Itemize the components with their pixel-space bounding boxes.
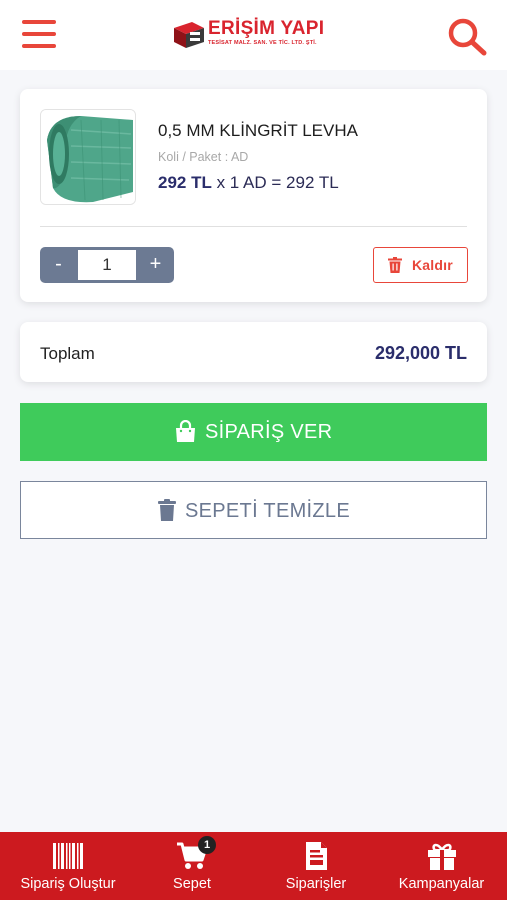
logo-title: ERİŞİM YAPI (208, 18, 325, 39)
brand-logo: ERİŞİM YAPI TESİSAT MALZ. SAN. VE TİC. L… (172, 18, 342, 52)
nav-create-order-label: Sipariş Oluştur (20, 876, 116, 892)
product-price-line: 292 TL x 1 AD = 292 TL (158, 173, 339, 193)
product-image (40, 109, 136, 205)
price-formula: x 1 AD = 292 TL (211, 173, 339, 192)
app-header: ERİŞİM YAPI TESİSAT MALZ. SAN. VE TİC. L… (0, 0, 507, 70)
nav-campaigns[interactable]: Kampanyalar (376, 832, 507, 900)
remove-item-label: Kaldır (412, 257, 453, 273)
nav-orders-label: Siparişler (285, 876, 347, 892)
quantity-increase-button[interactable]: + (137, 247, 174, 283)
bottom-navigation: Sipariş Oluştur 1 Sepet Siparişler Kampa… (0, 832, 507, 900)
clear-cart-button[interactable]: SEPETİ TEMİZLE (20, 481, 487, 539)
nav-cart[interactable]: 1 Sepet (136, 832, 248, 900)
quantity-decrease-button[interactable]: - (40, 247, 77, 283)
total-label: Toplam (40, 344, 95, 363)
product-package-info: Koli / Paket : AD (158, 150, 249, 164)
logo-mark-icon (174, 22, 204, 48)
card-divider (40, 226, 467, 227)
cart-count-badge: 1 (198, 836, 216, 854)
orders-document-icon (306, 842, 327, 870)
place-order-label: SİPARİŞ VER (205, 421, 333, 443)
nav-cart-label: Sepet (173, 876, 211, 892)
nav-orders[interactable]: Siparişler (248, 832, 384, 900)
nav-campaigns-label: Kampanyalar (398, 876, 485, 892)
trash-icon (158, 499, 176, 521)
place-order-button[interactable]: SİPARİŞ VER (20, 403, 487, 461)
unit-price: 292 TL (158, 173, 212, 192)
quantity-input[interactable] (78, 250, 136, 280)
total-value: 292,000 TL (374, 343, 467, 363)
product-name: 0,5 MM KLİNGRİT LEVHA (158, 121, 358, 140)
trash-icon (388, 257, 402, 273)
barcode-icon (53, 843, 83, 869)
search-icon[interactable] (446, 16, 488, 56)
hamburger-menu-icon[interactable] (22, 20, 56, 50)
clear-cart-label: SEPETİ TEMİZLE (185, 500, 350, 522)
nav-create-order[interactable]: Sipariş Oluştur (0, 832, 136, 900)
logo-subtitle: TESİSAT MALZ. SAN. VE TİC. LTD. ŞTİ. (208, 40, 317, 46)
gift-icon (427, 843, 456, 870)
shopping-bag-icon (176, 420, 195, 442)
cart-item-card: 0,5 MM KLİNGRİT LEVHA Koli / Paket : AD … (20, 89, 487, 302)
gasket-sheet-image (41, 110, 135, 204)
cart-total-card: Toplam 292,000 TL (20, 322, 487, 382)
remove-item-button[interactable]: Kaldır (373, 247, 468, 283)
quantity-stepper: - + (40, 247, 174, 283)
